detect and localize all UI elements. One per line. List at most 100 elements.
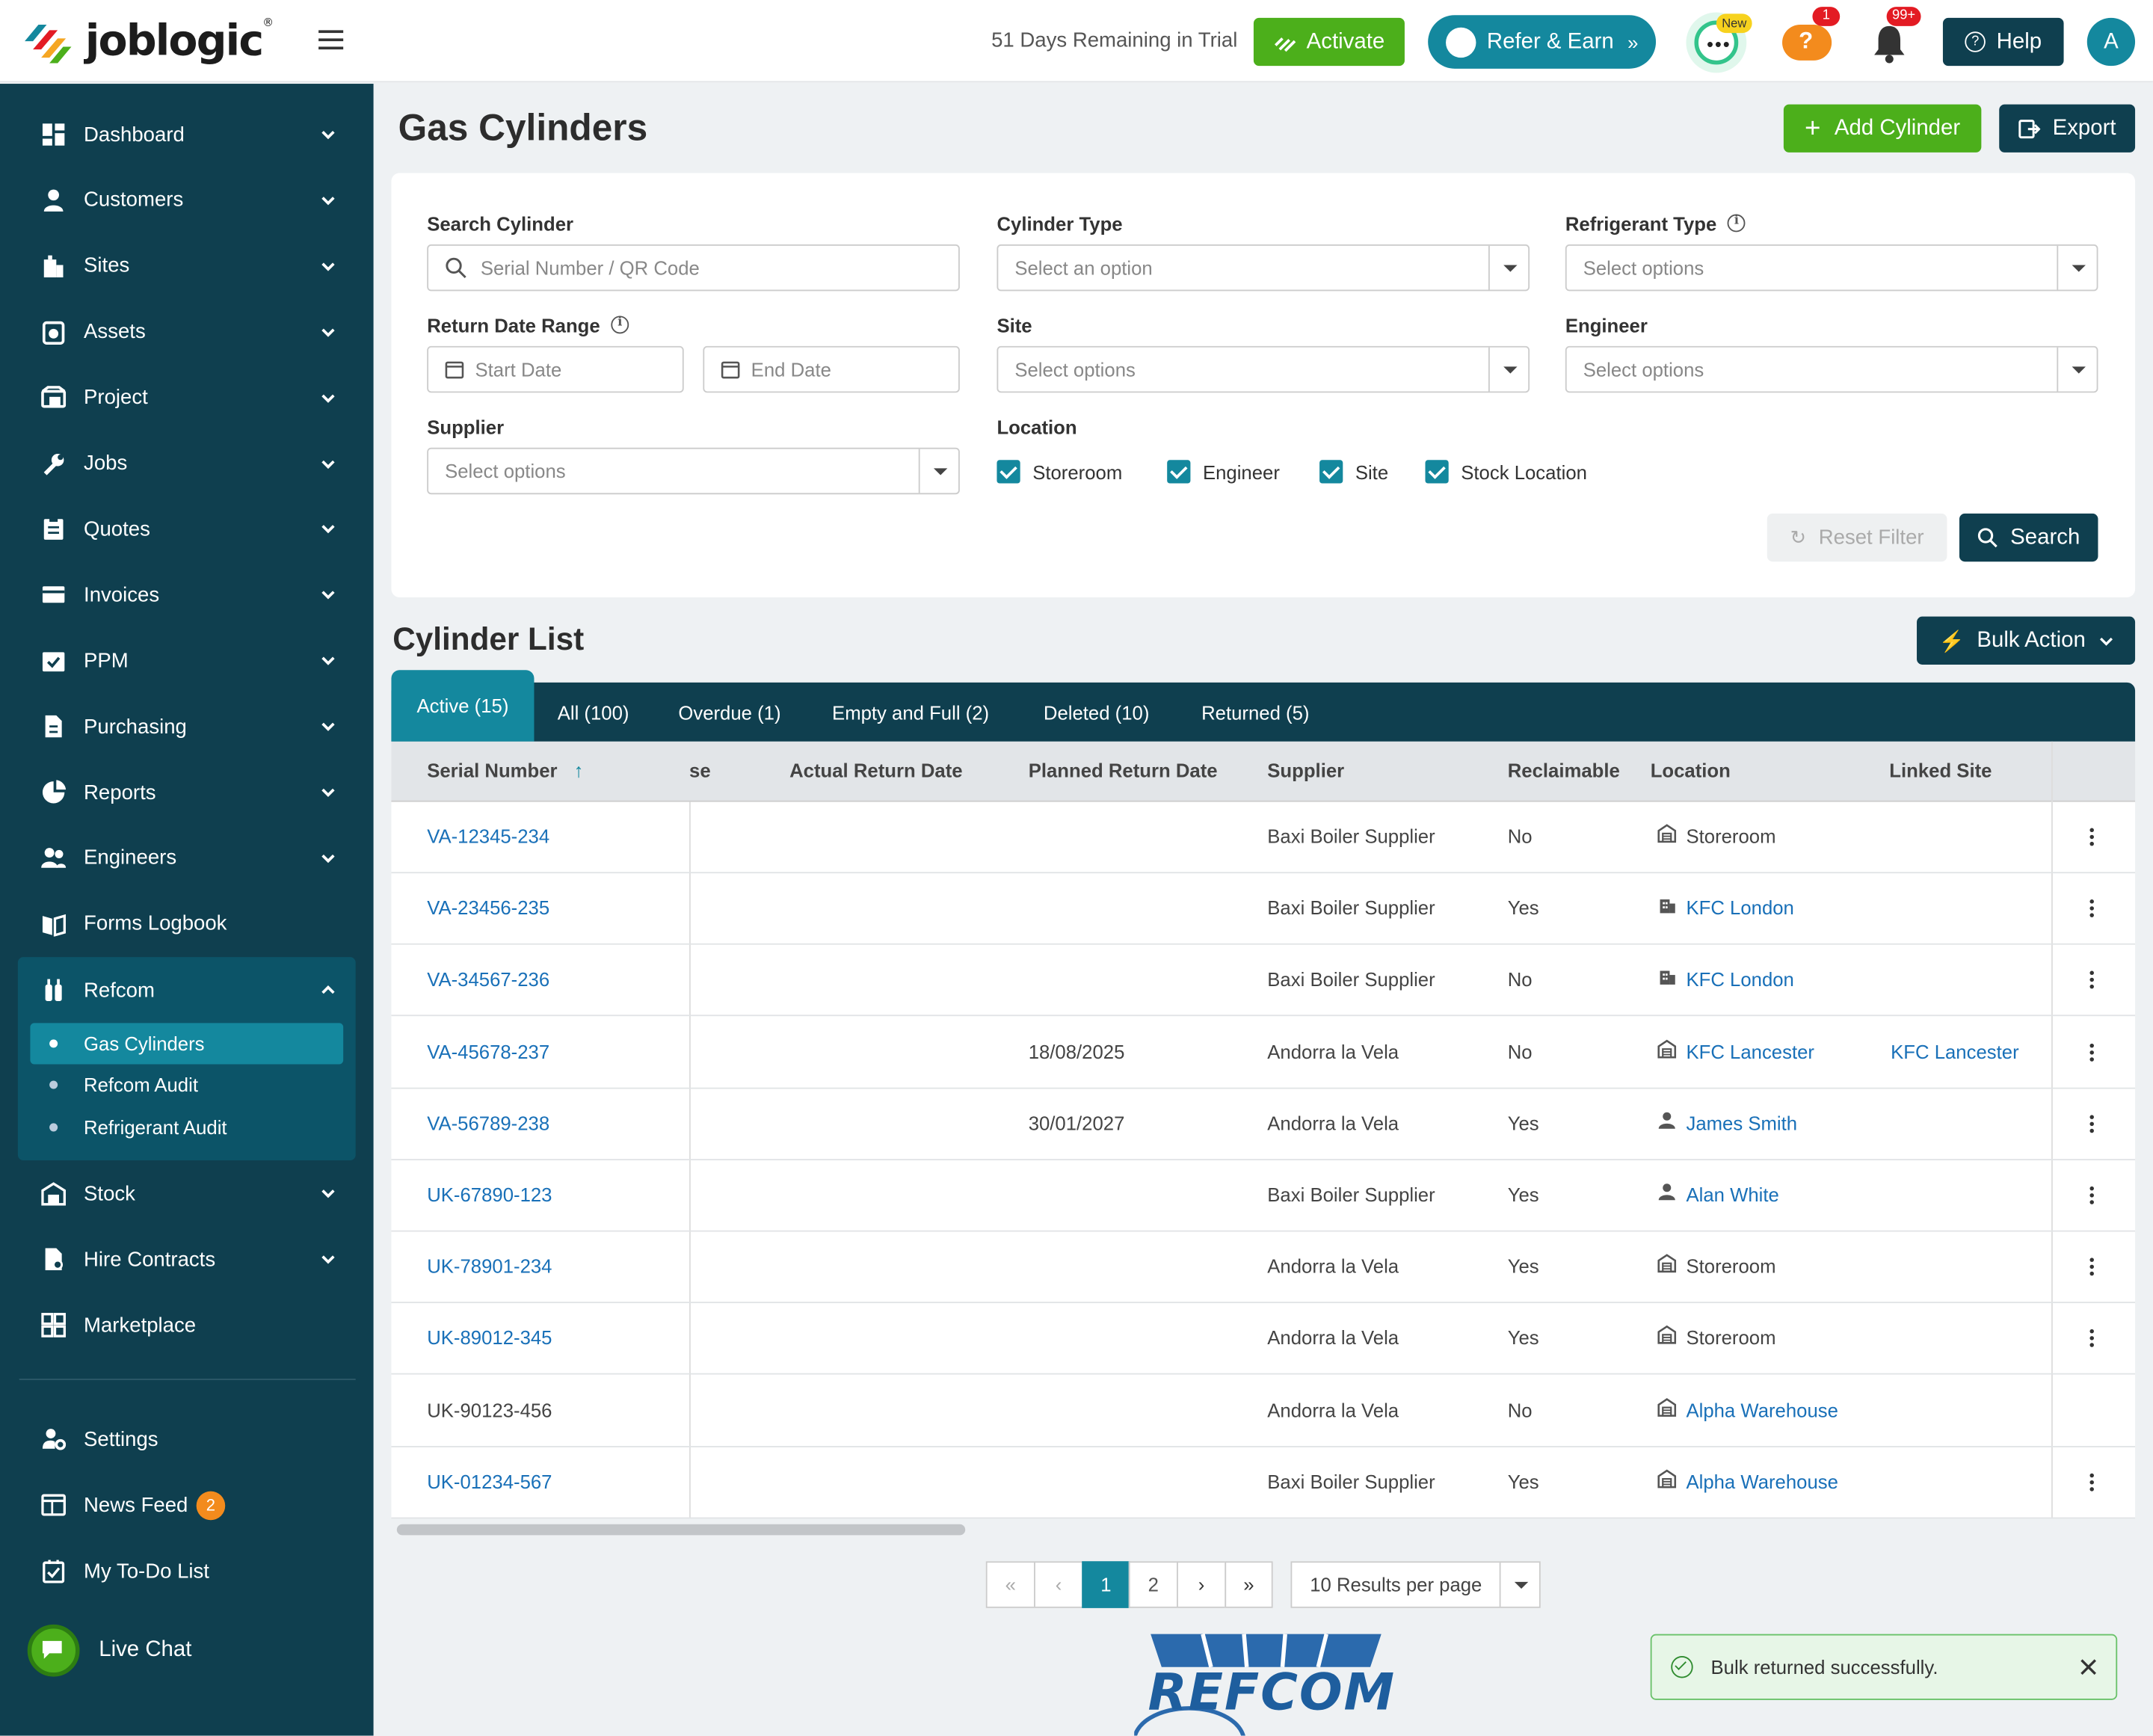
tab-returned[interactable]: Returned (5): [1201, 683, 1309, 742]
sidebar-item-engineers[interactable]: Engineers: [0, 831, 374, 885]
sidebar-item-todo[interactable]: My To-Do List: [0, 1543, 374, 1598]
row-actions-icon[interactable]: [2089, 971, 2094, 991]
sidebar-item-invoices[interactable]: Invoices: [0, 567, 374, 622]
table-row[interactable]: UK-78901-234 Andorra la Vela Yes Storeroom: [391, 1232, 2136, 1304]
hamburger-menu-icon[interactable]: [318, 30, 344, 50]
sidebar-item-forms-logbook[interactable]: Forms Logbook: [0, 896, 374, 951]
tab-overdue[interactable]: Overdue (1): [678, 683, 780, 742]
cell-serial-number[interactable]: UK-01234-567: [427, 1471, 552, 1492]
table-row[interactable]: VA-45678-237 18/08/2025 Andorra la Vela No K…: [391, 1017, 2136, 1089]
bulk-action-button[interactable]: ⚡ Bulk Action: [1917, 616, 2136, 665]
first-page-button[interactable]: «: [985, 1561, 1035, 1608]
checkbox-stock-location[interactable]: Stock Location: [1425, 460, 1587, 484]
sidebar-item-sites[interactable]: Sites: [0, 238, 374, 293]
reset-filter-button[interactable]: ↻ Reset Filter: [1767, 513, 1947, 562]
add-cylinder-button[interactable]: + Add Cylinder: [1783, 104, 1982, 153]
row-actions-icon[interactable]: [2089, 1043, 2094, 1062]
refer-earn-button[interactable]: Refer & Earn »: [1428, 15, 1657, 69]
sort-asc-icon[interactable]: ↑: [574, 760, 584, 781]
sidebar-item-assets[interactable]: Assets: [0, 304, 374, 359]
help-cloud-icon[interactable]: ?: [1782, 25, 1832, 61]
close-icon[interactable]: [2079, 1657, 2098, 1677]
row-actions-icon[interactable]: [2089, 1329, 2094, 1349]
col-serial-number[interactable]: Serial Number ↑: [427, 760, 583, 781]
cylinder-type-select[interactable]: Select an option: [997, 244, 1530, 292]
page-2-button[interactable]: 2: [1128, 1561, 1178, 1608]
table-row[interactable]: VA-34567-236 Baxi Boiler Supplier No KFC Lo…: [391, 945, 2136, 1017]
refrigerant-type-select[interactable]: Select options: [1565, 244, 2098, 292]
cell-location[interactable]: KFC London: [1686, 897, 1793, 919]
table-row[interactable]: UK-67890-123 Baxi Boiler Supplier Yes Alan …: [391, 1160, 2136, 1232]
user-avatar[interactable]: A: [2086, 17, 2136, 67]
table-row[interactable]: VA-12345-234 Baxi Boiler Supplier No Storer…: [391, 802, 2136, 874]
sidebar-item-customers[interactable]: Customers: [0, 173, 374, 227]
results-per-page-select[interactable]: 10 Results per page: [1290, 1561, 1541, 1608]
sidebar-subitem-refcom-audit[interactable]: Refcom Audit: [30, 1064, 343, 1105]
checkbox-engineer[interactable]: Engineer: [1167, 460, 1280, 484]
cell-serial-number[interactable]: UK-78901-234: [427, 1255, 552, 1277]
search-cylinder-input[interactable]: Serial Number / QR Code: [427, 244, 960, 292]
col-supplier[interactable]: Supplier: [1267, 760, 1344, 781]
sidebar-item-purchasing[interactable]: Purchasing: [0, 699, 374, 754]
export-button[interactable]: Export: [1999, 104, 2136, 153]
row-actions-icon[interactable]: [2089, 1186, 2094, 1206]
sidebar-item-jobs[interactable]: Jobs: [0, 436, 374, 490]
sidebar-item-ppm[interactable]: PPM: [0, 633, 374, 688]
info-icon[interactable]: [1727, 214, 1746, 233]
sidebar-item-project[interactable]: Project: [0, 370, 374, 425]
horizontal-scrollbar[interactable]: [396, 1524, 966, 1536]
next-page-button[interactable]: ›: [1177, 1561, 1227, 1608]
end-date-input[interactable]: End Date: [703, 345, 960, 393]
cell-location[interactable]: Alan White: [1686, 1184, 1778, 1205]
col-actual-return-date[interactable]: Actual Return Date: [789, 760, 962, 781]
table-row[interactable]: UK-01234-567 Baxi Boiler Supplier Yes Alpha…: [391, 1447, 2136, 1519]
sidebar-subitem-refrigerant-audit[interactable]: Refrigerant Audit: [30, 1106, 343, 1148]
search-button[interactable]: Search: [1959, 513, 2098, 562]
table-row[interactable]: UK-89012-345 Andorra la Vela Yes Storeroom: [391, 1304, 2136, 1376]
sidebar-item-news-feed[interactable]: News Feed 2: [0, 1477, 374, 1532]
row-actions-icon[interactable]: [2089, 1258, 2094, 1278]
row-actions-icon[interactable]: [2089, 1115, 2094, 1134]
table-row[interactable]: VA-56789-238 30/01/2027 Andorra la Vela Yes…: [391, 1089, 2136, 1160]
row-actions-icon[interactable]: [2089, 828, 2094, 848]
checkbox-storeroom[interactable]: Storeroom: [997, 460, 1122, 484]
tab-all[interactable]: All (100): [558, 683, 629, 742]
cell-location[interactable]: KFC Lancester: [1686, 1040, 1814, 1062]
joblogic-logo[interactable]: joblogic®: [19, 16, 274, 66]
checkbox-site[interactable]: Site: [1319, 460, 1388, 484]
sidebar-item-hire-contracts[interactable]: Hire Contracts: [0, 1232, 374, 1287]
supplier-select[interactable]: Select options: [427, 447, 960, 495]
site-select[interactable]: Select options: [997, 345, 1530, 393]
cell-serial-number[interactable]: VA-23456-235: [427, 897, 549, 919]
cell-location[interactable]: KFC London: [1686, 969, 1793, 991]
help-button[interactable]: ? Help: [1942, 17, 2064, 67]
cell-location[interactable]: Alpha Warehouse: [1686, 1399, 1838, 1420]
sidebar-item-marketplace[interactable]: Marketplace: [0, 1298, 374, 1352]
cell-serial-number[interactable]: VA-12345-234: [427, 825, 549, 847]
last-page-button[interactable]: »: [1225, 1561, 1273, 1608]
col-location[interactable]: Location: [1651, 760, 1731, 781]
sidebar-item-settings[interactable]: Settings: [0, 1412, 374, 1466]
info-icon[interactable]: [611, 316, 629, 334]
chat-bot-button[interactable]: ••• New: [1686, 12, 1752, 73]
col-reclaimable[interactable]: Reclaimable: [1508, 760, 1620, 781]
page-1-button[interactable]: 1: [1082, 1561, 1130, 1608]
tab-active[interactable]: Active (15): [391, 670, 535, 742]
activate-button[interactable]: Activate: [1253, 17, 1405, 67]
notification-bell-icon[interactable]: [1870, 22, 1909, 64]
col-planned-return-date[interactable]: Planned Return Date: [1029, 760, 1218, 781]
start-date-input[interactable]: Start Date: [427, 345, 684, 393]
tab-empty-full[interactable]: Empty and Full (2): [832, 683, 989, 742]
row-actions-icon[interactable]: [2089, 899, 2094, 919]
cell-serial-number[interactable]: UK-67890-123: [427, 1184, 552, 1205]
sidebar-item-stock[interactable]: Stock: [0, 1166, 374, 1220]
sidebar-item-refcom[interactable]: Refcom: [0, 963, 374, 1018]
cell-serial-number[interactable]: VA-34567-236: [427, 969, 549, 991]
prev-page-button[interactable]: ‹: [1034, 1561, 1084, 1608]
sidebar-item-dashboard[interactable]: Dashboard: [0, 107, 374, 161]
sidebar-item-reports[interactable]: Reports: [0, 765, 374, 819]
cell-linked-site[interactable]: KFC Lancester: [1891, 1040, 2019, 1062]
sidebar-item-quotes[interactable]: Quotes: [0, 502, 374, 556]
cell-serial-number[interactable]: VA-45678-237: [427, 1040, 549, 1062]
cell-serial-number[interactable]: UK-89012-345: [427, 1327, 552, 1349]
